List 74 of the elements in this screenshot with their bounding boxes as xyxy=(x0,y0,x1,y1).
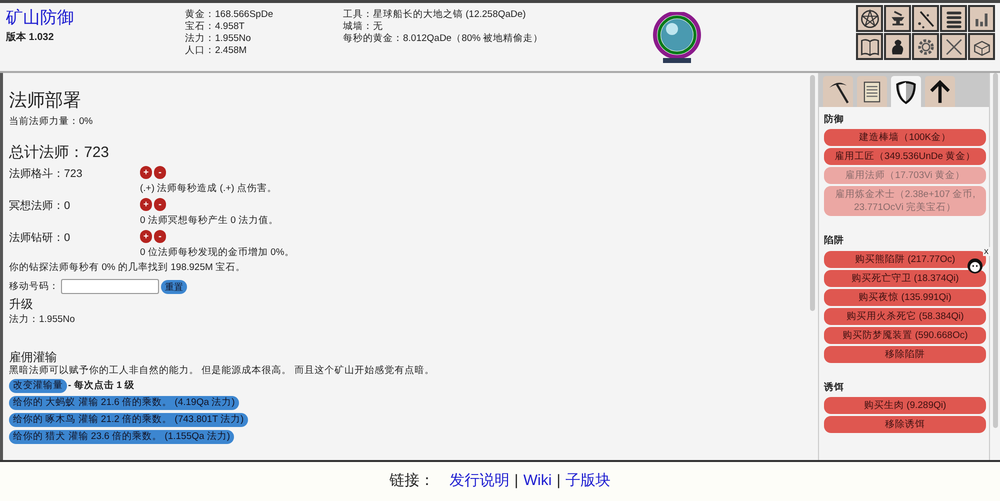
shop-button[interactable]: 购买用火杀死它 (58.384Qi) xyxy=(824,308,986,324)
stat-text: 黄金：168.566SpDe xyxy=(185,9,274,21)
assignment-label: 法师格斗：723 xyxy=(9,167,84,182)
infusion-button[interactable]: 给你的 猎犬 灌输 23.6 倍的乘数。 (1.155Qa 法力) xyxy=(9,430,234,444)
remove-button[interactable]: - xyxy=(154,198,166,211)
anvil-tile[interactable] xyxy=(884,5,911,32)
field-label: 移动号码： xyxy=(9,280,59,292)
link-separator: | xyxy=(556,471,561,492)
chest-tile[interactable] xyxy=(968,33,995,60)
shop-button[interactable]: 雇用工匠（349.536UnDe 黄金） xyxy=(824,148,986,166)
bar-chart-tile[interactable] xyxy=(968,5,995,32)
remove-button[interactable]: - xyxy=(154,166,166,179)
total-mages-text: 总计法师：723 xyxy=(9,144,110,162)
footer-link[interactable]: 发行说明 xyxy=(449,470,510,493)
link-separator: | xyxy=(514,471,518,492)
close-button[interactable]: x xyxy=(983,247,990,256)
shop-button[interactable]: 购买死亡守卫 (18.374Qi) xyxy=(824,270,986,286)
change-note: - 每次点击 1 级 xyxy=(68,379,134,393)
gear-tile[interactable] xyxy=(912,33,939,60)
stack-tile[interactable] xyxy=(940,5,967,32)
section-heading: 陷阱 xyxy=(824,234,846,248)
add-button[interactable]: + xyxy=(140,198,152,211)
shop-button[interactable]: 购买夜惊 (135.991Qi) xyxy=(824,288,986,306)
stat-text: 每秒的黄金：8.012QaDe（80% 被地精偷走） xyxy=(343,33,544,45)
power-text: 当前法师力量：0% xyxy=(9,116,94,128)
section-title: 雇佣灌输 xyxy=(9,350,58,364)
pentagram-tile[interactable] xyxy=(856,5,883,32)
assignment-note: 0 位法师每秒发现的金币增加 0%。 xyxy=(140,247,294,258)
section-heading: 诱饵 xyxy=(824,380,846,394)
scrollbar[interactable] xyxy=(993,73,998,428)
assignment-label: 冥想法师：0 xyxy=(9,198,72,214)
sidebar-tab[interactable] xyxy=(925,76,956,107)
sidebar-tab[interactable] xyxy=(891,76,922,107)
remove-button[interactable]: - xyxy=(154,230,166,243)
sidebar-tab[interactable] xyxy=(857,76,888,107)
stat-text: 人口：2.458M xyxy=(185,45,248,57)
section-title: 法师部署 xyxy=(9,89,82,111)
crystal-orb-icon xyxy=(653,12,701,64)
section-heading: 防御 xyxy=(824,113,846,127)
crossed-swords-tile[interactable] xyxy=(940,33,967,60)
stat-text: 法力：1.955No xyxy=(185,33,252,45)
shop-button[interactable]: 移除陷阱 xyxy=(824,346,986,362)
shop-button[interactable]: 购买生肉 (9.289Qi) xyxy=(824,396,986,414)
infusion-button[interactable]: 给你的 啄木鸟 灌输 21.2 倍的乘数。 (743.801T 法力) xyxy=(9,413,248,428)
add-button[interactable]: + xyxy=(140,166,152,179)
shop-button[interactable]: 移除诱饵 xyxy=(824,416,986,433)
game-title[interactable]: 矿山防御 xyxy=(6,8,74,28)
assignment-note: 0 法师冥想每秒产生 0 法力值。 xyxy=(140,215,278,226)
footer-link[interactable]: Wiki xyxy=(523,470,552,493)
add-button[interactable]: + xyxy=(140,230,152,243)
reset-button[interactable]: 重置 xyxy=(161,280,187,294)
magic-wand-tile[interactable] xyxy=(912,5,939,32)
stat-text: 城墙：无 xyxy=(343,21,384,33)
pentagram-icon xyxy=(858,8,880,30)
mana-text: 法力：1.955No xyxy=(9,314,76,326)
infusion-button[interactable]: 给你的 大蚂蚁 灌输 21.6 倍的乘数。 (4.19Qa 法力) xyxy=(9,396,239,410)
scrollbar[interactable] xyxy=(810,75,816,311)
sidebar-tab[interactable] xyxy=(823,76,854,107)
drill-note: 你的钻探法师每秒有 0% 的几率找到 198.925M 宝石。 xyxy=(9,262,247,274)
change-button[interactable]: 改变灌输量 xyxy=(9,379,67,394)
upgrade-title: 升级 xyxy=(9,297,34,311)
stat-text: 工具：星球船长的大地之镐 (12.258QaDe) xyxy=(343,9,527,21)
description-text: 黑暗法师可以赋予你的工人非自然的能力。 但是能源成本很高。 而且这个矿山开始感觉有点暗。 xyxy=(9,365,436,377)
assignment-note: (.+) 法师每秒造成 (.+) 点伤害。 xyxy=(140,183,277,194)
chat-avatar-icon[interactable] xyxy=(967,258,984,274)
version-label: 版本 1.032 xyxy=(6,30,54,45)
stat-text: 宝石：4.958T xyxy=(185,21,246,33)
assignment-label: 法师钻研：0 xyxy=(9,231,72,246)
footer-label: 链接： xyxy=(389,471,434,492)
shop-button[interactable]: 购买防梦魇装置 (590.668Oc) xyxy=(824,326,986,344)
footer-link[interactable]: 子版块 xyxy=(566,470,611,493)
book-tile[interactable] xyxy=(856,33,883,60)
shop-button[interactable]: 建造棒墙（100K金） xyxy=(824,129,986,146)
number-input[interactable] xyxy=(61,279,159,294)
